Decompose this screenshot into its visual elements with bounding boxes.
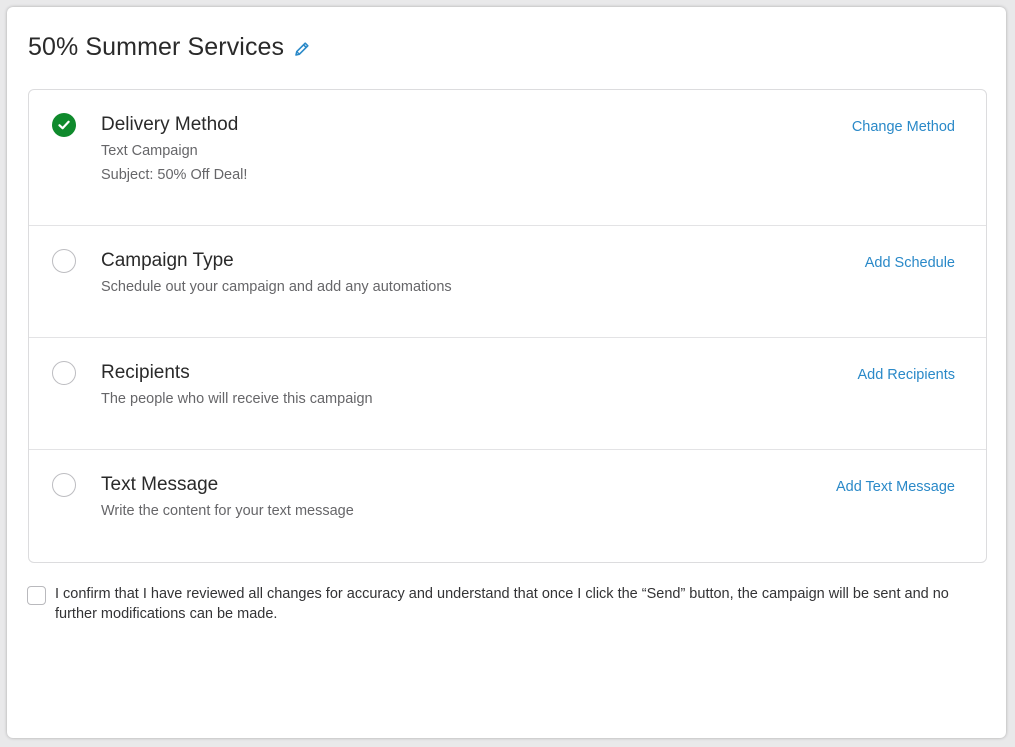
add-recipients-link[interactable]: Add Recipients (857, 367, 955, 383)
step-description: Text Campaign (101, 143, 198, 159)
add-schedule-link[interactable]: Add Schedule (865, 255, 955, 271)
page-title: 50% Summer Services (28, 33, 285, 61)
step-recipients: Recipients The people who will receive t… (29, 338, 986, 450)
step-title: Recipients (101, 362, 190, 383)
confirm-label: I confirm that I have reviewed all chang… (55, 586, 949, 622)
step-description: Write the content for your text message (101, 503, 354, 519)
campaign-panel: 50% Summer Services Delivery Method Text… (7, 7, 1006, 738)
add-text-message-link[interactable]: Add Text Message (836, 479, 955, 495)
empty-circle-icon (52, 249, 76, 273)
empty-circle-icon (52, 473, 76, 497)
confirm-row: I confirm that I have reviewed all chang… (27, 584, 977, 624)
pencil-icon[interactable] (293, 40, 311, 58)
step-title: Campaign Type (101, 250, 234, 271)
campaign-steps: Delivery Method Text Campaign Subject: 5… (28, 89, 987, 563)
step-delivery-method: Delivery Method Text Campaign Subject: 5… (29, 90, 986, 226)
change-method-link[interactable]: Change Method (852, 119, 955, 135)
confirm-checkbox[interactable] (27, 586, 46, 605)
step-subject: Subject: 50% Off Deal! (101, 167, 248, 183)
step-title: Text Message (101, 474, 219, 495)
step-campaign-type: Campaign Type Schedule out your campaign… (29, 226, 986, 338)
title-row: 50% Summer Services (28, 33, 311, 62)
empty-circle-icon (52, 361, 76, 385)
step-description: The people who will receive this campaig… (101, 391, 373, 407)
check-circle-icon (52, 113, 76, 137)
step-description: Schedule out your campaign and add any a… (101, 279, 452, 295)
step-title: Delivery Method (101, 114, 239, 135)
step-text-message: Text Message Write the content for your … (29, 450, 986, 562)
